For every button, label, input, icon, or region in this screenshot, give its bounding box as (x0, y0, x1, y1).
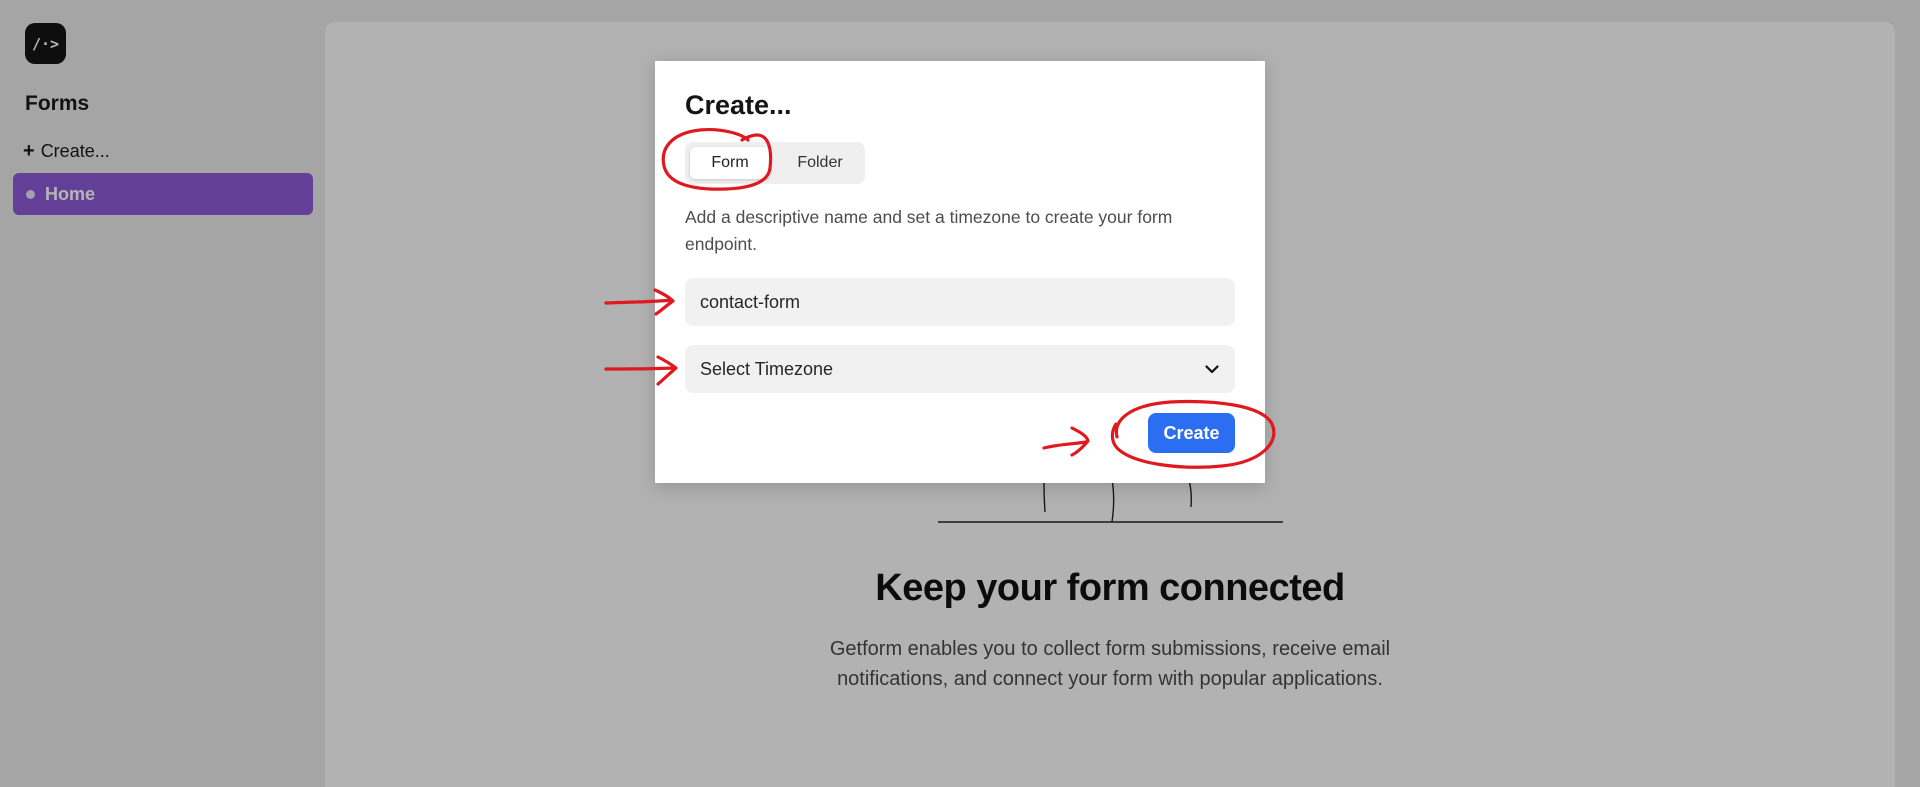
timezone-select-label: Select Timezone (700, 358, 834, 379)
form-name-input[interactable] (685, 278, 1235, 326)
tab-form[interactable]: Form (690, 147, 770, 179)
tab-folder[interactable]: Folder (780, 147, 860, 179)
dialog-description: Add a descriptive name and set a timezon… (685, 207, 1173, 254)
create-button[interactable]: Create (1148, 413, 1235, 453)
timezone-select[interactable]: Select Timezone (685, 345, 1235, 393)
create-dialog: Create... Form Folder Add a descriptive … (655, 61, 1265, 483)
chevron-down-icon (1205, 365, 1219, 374)
dialog-title: Create... (685, 90, 792, 120)
app-window: /·> Forms + Create... Home Keep your for… (0, 0, 1920, 787)
type-toggle: Form Folder (685, 142, 865, 184)
